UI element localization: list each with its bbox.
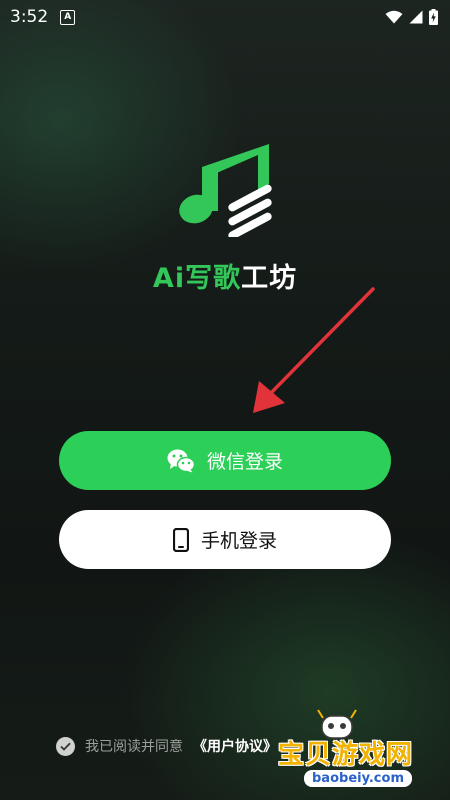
status-bar: 3:52 A	[0, 0, 450, 34]
app-title: Ai写歌工坊	[0, 256, 450, 295]
checkmark-icon	[60, 742, 71, 751]
status-time: 3:52	[10, 7, 49, 27]
wifi-icon	[385, 10, 403, 24]
phone-login-button[interactable]: 手机登录	[59, 510, 391, 569]
phone-login-label: 手机登录	[200, 530, 277, 552]
agreement-text: 我已阅读并同意	[85, 739, 183, 755]
watermark-text: 宝贝游戏网	[278, 740, 414, 770]
phone-icon	[172, 527, 189, 552]
red-arrow-annotation	[253, 287, 375, 413]
agreement-row: 我已阅读并同意 《用户协议》	[56, 736, 277, 756]
a-letter-icon: A	[60, 9, 76, 25]
wechat-icon	[167, 449, 195, 473]
signal-icon	[409, 10, 423, 24]
status-right	[385, 9, 438, 25]
app-title-part1: Ai写	[152, 263, 214, 294]
wechat-login-button[interactable]: 微信登录	[59, 431, 391, 490]
watermark: 宝贝游戏网 baobeiy.com	[278, 709, 448, 795]
user-agreement-link[interactable]: 《用户协议》	[193, 736, 277, 756]
wechat-login-label: 微信登录	[206, 451, 283, 473]
music-note-logo-icon	[179, 144, 272, 237]
agreement-checkbox[interactable]	[56, 736, 75, 756]
status-left: 3:52 A	[10, 7, 76, 27]
watermark-url: baobeiy.com	[304, 770, 412, 787]
battery-charging-icon	[429, 9, 438, 25]
app-title-part2: 歌	[213, 263, 242, 294]
